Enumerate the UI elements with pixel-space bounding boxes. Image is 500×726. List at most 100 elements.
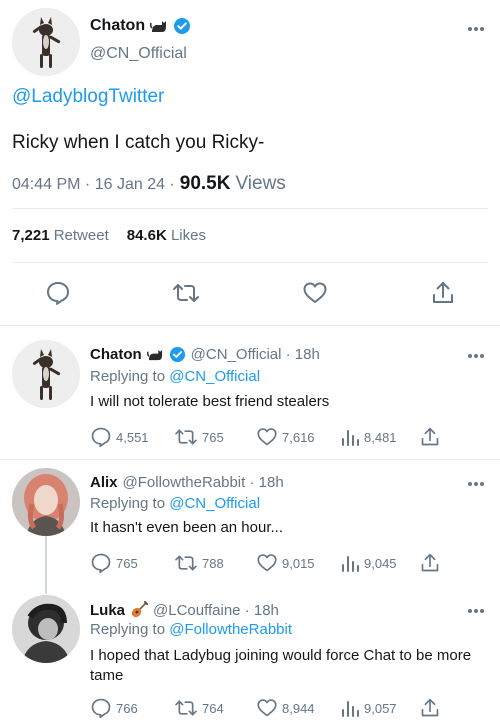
views-count: 9,045	[364, 555, 397, 571]
reply-text: It hasn't even been an hour...	[90, 519, 284, 536]
replying-to-link[interactable]: @CN_Official	[169, 495, 260, 512]
reply-avatar[interactable]	[12, 468, 80, 536]
comment-count: 4,551	[116, 429, 149, 445]
views-bar-chart-icon	[340, 427, 360, 447]
replying-to: Replying to @CN_Official	[90, 368, 261, 385]
replying-to-link[interactable]: @CN_Official	[169, 368, 260, 385]
reply-actions: 766 764 8,944 9,057	[90, 697, 490, 719]
main-tweet-actions	[0, 278, 500, 308]
guitar-emoji-icon	[130, 601, 149, 619]
reply-author[interactable]: Luka @LCouffaine · 18h	[90, 601, 279, 619]
reply-tweet: Chaton @CN_Official · 18h Replying to @C…	[0, 326, 500, 460]
comment-button[interactable]: 4,551	[90, 426, 149, 448]
handle-and-time[interactable]: @CN_Official · 18h	[191, 346, 320, 363]
comment-count: 766	[116, 700, 138, 716]
handle-and-time[interactable]: @LCouffaine · 18h	[153, 602, 279, 619]
retweet-count: 788	[202, 555, 224, 571]
replying-to: Replying to @FollowtheRabbit	[90, 621, 293, 638]
views-bar-chart-icon	[340, 698, 360, 718]
more-dots-icon[interactable]	[466, 479, 486, 489]
like-button[interactable]: 8,944	[256, 697, 315, 719]
heart-icon	[256, 698, 278, 718]
views-bar-chart-icon	[340, 553, 360, 573]
retweet-icon	[174, 553, 198, 573]
reply-actions: 765 788 9,015 9,045	[90, 552, 490, 574]
main-tweet: Chaton @CN_Official @LadyblogTwitter Ric…	[0, 0, 500, 326]
retweet-button[interactable]: 765	[174, 426, 224, 448]
handle-and-time[interactable]: @FollowtheRabbit · 18h	[123, 474, 284, 491]
more-dots-icon[interactable]	[466, 24, 486, 34]
more-dots-icon[interactable]	[466, 606, 486, 616]
share-button[interactable]	[420, 426, 440, 448]
like-button[interactable]: 9,015	[256, 552, 315, 574]
tweet-meta: 04:44 PM · 16 Jan 24 · 90.5K Views	[12, 173, 286, 195]
comment-button[interactable]: 766	[90, 697, 138, 719]
retweet-icon	[174, 427, 198, 447]
views-count: 9,057	[364, 700, 397, 716]
retweet-button[interactable]	[171, 278, 201, 308]
share-button[interactable]	[420, 697, 440, 719]
author-handle[interactable]: @CN_Official	[90, 45, 187, 63]
heart-icon	[256, 427, 278, 447]
like-count: 8,944	[282, 700, 315, 716]
divider	[12, 262, 488, 263]
comment-icon	[90, 552, 112, 574]
mention-link[interactable]: @LadyblogTwitter	[12, 86, 164, 108]
tweet-text: Ricky when I catch you Ricky-	[12, 132, 265, 153]
heart-icon	[302, 281, 328, 305]
retweet-stat[interactable]: 7,221 Retweet	[12, 227, 109, 244]
views-button[interactable]: 9,057	[340, 697, 397, 719]
more-dots-icon[interactable]	[466, 351, 486, 361]
retweet-button[interactable]: 788	[174, 552, 224, 574]
verified-badge-icon	[169, 346, 186, 363]
retweet-icon	[172, 281, 200, 305]
views-button[interactable]: 8,481	[340, 426, 397, 448]
views-count: 8,481	[364, 429, 397, 445]
main-tweet-author[interactable]: Chaton	[90, 16, 191, 36]
like-count: 7,616	[282, 429, 315, 445]
reply-actions: 4,551 765 7,616 8,481	[90, 426, 490, 448]
comment-icon	[90, 697, 112, 719]
share-button[interactable]	[420, 552, 440, 574]
heart-icon	[256, 553, 278, 573]
like-count: 9,015	[282, 555, 315, 571]
author-name[interactable]: Chaton	[90, 17, 145, 35]
replying-to-link[interactable]: @FollowtheRabbit	[169, 621, 292, 638]
views-label: Views	[235, 173, 286, 194]
comment-button[interactable]: 765	[90, 552, 138, 574]
likes-stat[interactable]: 84.6K Likes	[127, 227, 206, 244]
reply-tweet: Alix @FollowtheRabbit · 18h Replying to …	[0, 460, 500, 586]
cat-emoji-icon	[146, 347, 164, 362]
comment-count: 765	[116, 555, 138, 571]
replying-to: Replying to @CN_Official	[90, 495, 261, 512]
share-button[interactable]	[428, 278, 458, 308]
comment-button[interactable]	[43, 278, 73, 308]
retweet-button[interactable]: 764	[174, 697, 224, 719]
comment-icon	[90, 426, 112, 448]
divider	[12, 208, 488, 209]
author-name[interactable]: Alix	[90, 474, 118, 491]
author-name[interactable]: Luka	[90, 602, 125, 619]
reply-tweet: Luka @LCouffaine · 18h Replying to @Foll…	[0, 586, 500, 726]
author-name[interactable]: Chaton	[90, 346, 142, 363]
share-icon	[420, 426, 440, 448]
share-icon	[420, 697, 440, 719]
reply-author[interactable]: Alix @FollowtheRabbit · 18h	[90, 474, 284, 491]
main-tweet-avatar[interactable]	[12, 8, 80, 76]
retweet-icon	[174, 698, 198, 718]
like-button[interactable]	[300, 278, 330, 308]
like-button[interactable]: 7,616	[256, 426, 315, 448]
views-button[interactable]: 9,045	[340, 552, 397, 574]
comment-icon	[45, 280, 71, 306]
reply-avatar[interactable]	[12, 595, 80, 663]
retweet-count: 764	[202, 700, 224, 716]
reply-author[interactable]: Chaton @CN_Official · 18h	[90, 346, 320, 363]
share-icon	[431, 280, 455, 306]
tweet-timestamp[interactable]: 04:44 PM · 16 Jan 24 ·	[12, 176, 175, 194]
cat-emoji-icon	[150, 18, 168, 34]
reply-text: I hoped that Ladybug joining would force…	[90, 647, 472, 684]
views-count: 90.5K	[179, 173, 231, 194]
reply-avatar[interactable]	[12, 340, 80, 408]
reply-text: I will not tolerate best friend stealers	[90, 393, 330, 410]
tweet-stats: 7,221 Retweet 84.6K Likes	[12, 227, 206, 244]
